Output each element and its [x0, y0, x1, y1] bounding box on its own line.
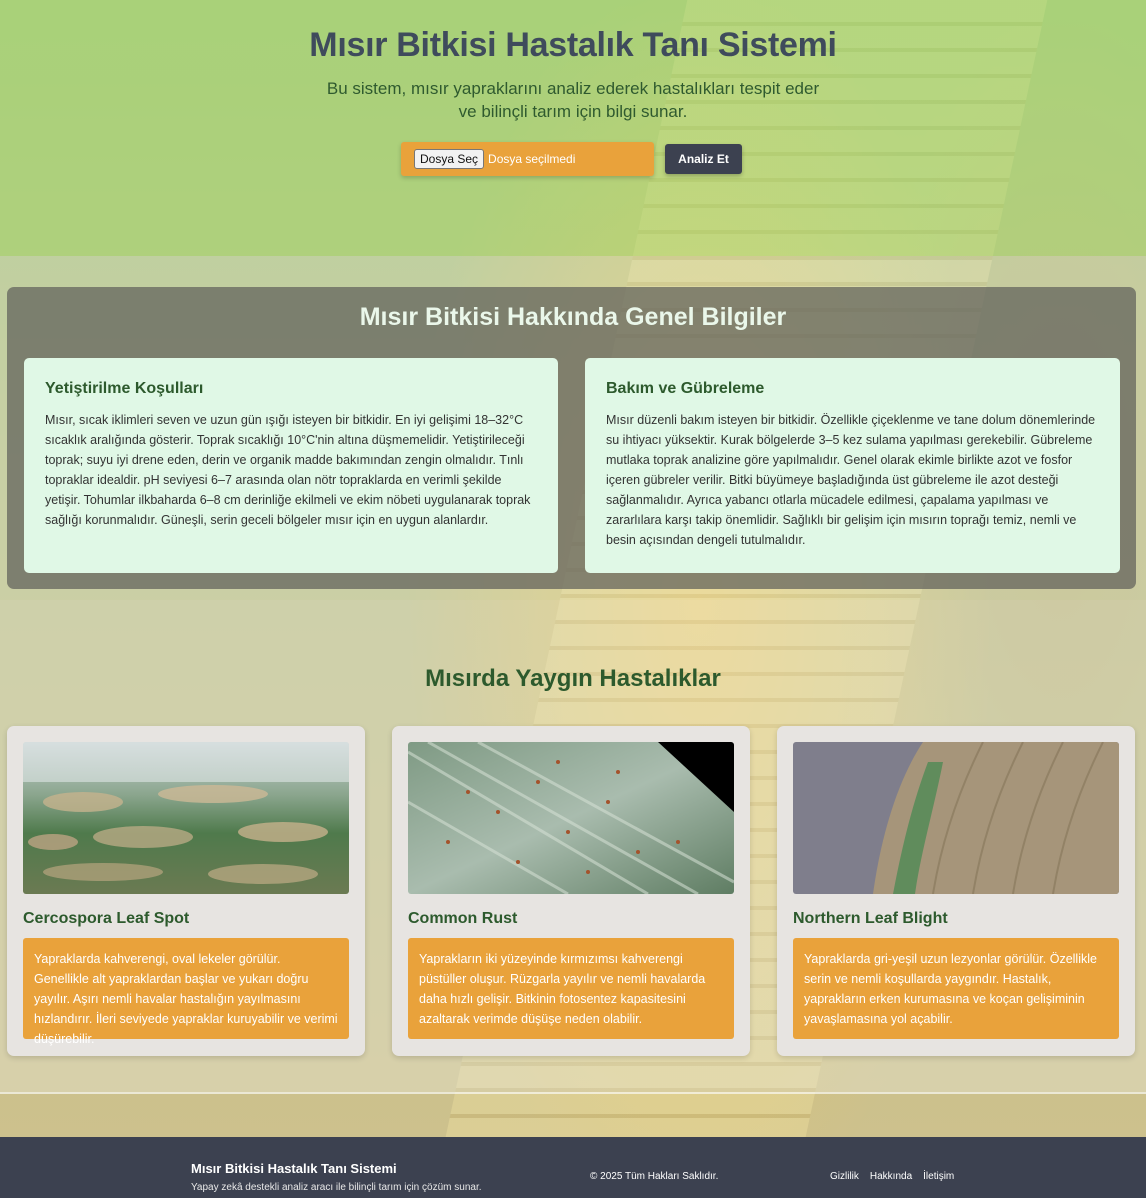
cercospora-leaf-image	[23, 742, 349, 894]
file-upload-field[interactable]: Dosya Seç Dosya seçilmedi	[401, 142, 654, 176]
info-card-care-fertilization: Bakım ve Gübreleme Mısır düzenli bakım i…	[585, 358, 1120, 573]
choose-file-button[interactable]: Dosya Seç	[414, 149, 485, 169]
page-title: Mısır Bitkisi Hastalık Tanı Sistemi	[309, 26, 837, 64]
footer-copyright: © 2025 Tüm Hakları Saklıdır.	[590, 1171, 719, 1182]
common-rust-leaf-image	[408, 742, 734, 894]
info-card-text: Mısır düzenli bakım isteyen bir bitkidir…	[606, 413, 1096, 547]
footer-link-about[interactable]: Hakkında	[870, 1171, 912, 1182]
info-card-growing-conditions: Yetiştirilme Koşulları Mısır, sıcak ikli…	[24, 358, 558, 573]
northern-leaf-blight-image	[793, 742, 1119, 894]
disease-description: Yapraklarda gri-yeşil uzun lezyonlar gör…	[793, 938, 1119, 1039]
disease-name: Cercospora Leaf Spot	[23, 910, 190, 927]
page-subtitle: Bu sistem, mısır yapraklarını analiz ede…	[326, 79, 820, 121]
disease-description: Yaprakların iki yüzeyinde kırmızımsı kah…	[408, 938, 734, 1039]
disease-card-northern-leaf-blight: Northern Leaf Blight Yapraklarda gri-yeş…	[777, 726, 1135, 1056]
diseases-section-title: Mısırda Yaygın Hastalıklar	[425, 665, 721, 692]
info-section-title: Mısır Bitkisi Hakkında Genel Bilgiler	[359, 303, 787, 331]
footer-subtitle: Yapay zekâ destekli analiz aracı ile bil…	[191, 1182, 482, 1193]
footer-title: Mısır Bitkisi Hastalık Tanı Sistemi	[191, 1161, 397, 1176]
footer-link-privacy[interactable]: Gizlilik	[830, 1171, 859, 1182]
info-card-title: Yetiştirilme Koşulları	[45, 380, 204, 397]
disease-name: Northern Leaf Blight	[793, 910, 948, 927]
hero-section: Mısır Bitkisi Hastalık Tanı Sistemi Bu s…	[0, 0, 1146, 256]
footer: Mısır Bitkisi Hastalık Tanı Sistemi Yapa…	[0, 1137, 1146, 1198]
footer-links: Gizlilik Hakkında İletişim	[830, 1171, 954, 1182]
analyze-button[interactable]: Analiz Et	[665, 144, 742, 174]
file-status-text: Dosya seçilmedi	[488, 152, 576, 166]
info-card-text: Mısır, sıcak iklimleri seven ve uzun gün…	[45, 413, 531, 527]
footer-link-contact[interactable]: İletişim	[923, 1171, 954, 1182]
disease-card-cercospora: Cercospora Leaf Spot Yapraklarda kahvere…	[7, 726, 365, 1056]
info-card-title: Bakım ve Gübreleme	[606, 380, 765, 397]
disease-card-common-rust: Common Rust Yaprakların iki yüzeyinde kı…	[392, 726, 750, 1056]
disease-description: Yapraklarda kahverengi, oval lekeler gör…	[23, 938, 349, 1046]
disease-name: Common Rust	[408, 910, 518, 927]
